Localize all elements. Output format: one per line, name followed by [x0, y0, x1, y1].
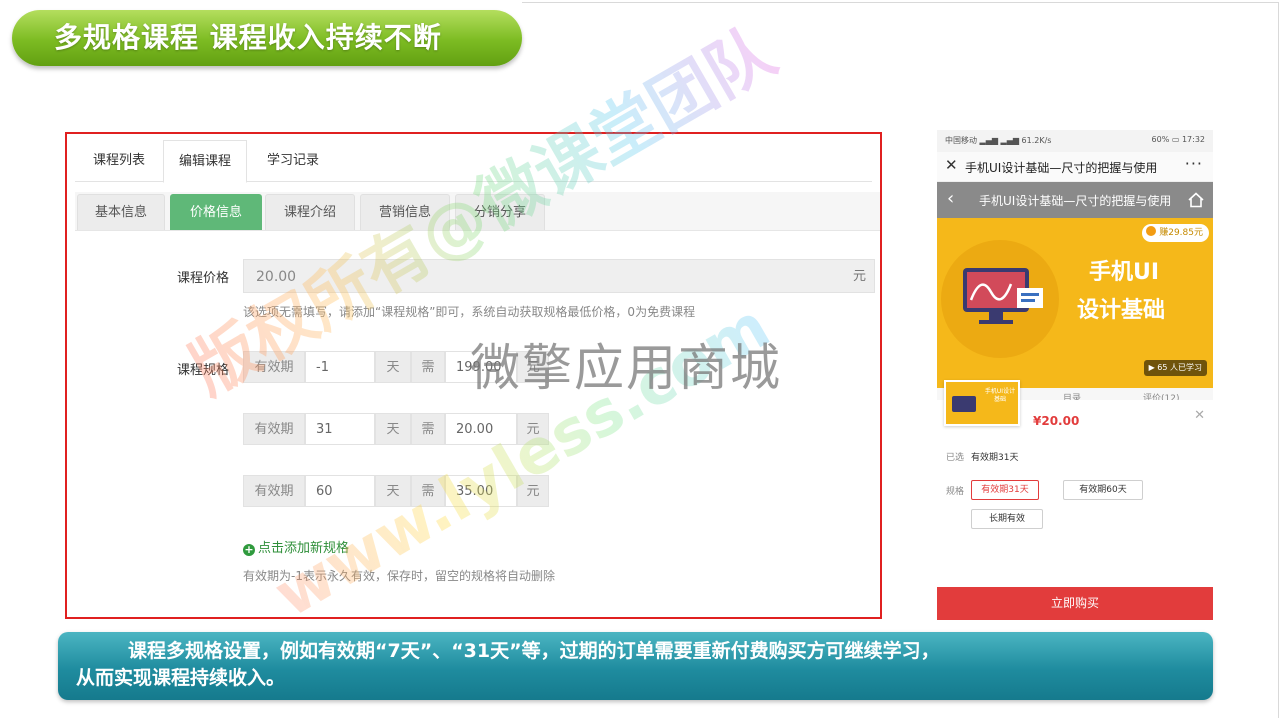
- spec-select-sheet: 手机UI设计基础 ¥20.00 ✕ 已选 有效期31天 规格 有效期31天 有效…: [937, 380, 1213, 586]
- tab-course-list[interactable]: 课程列表: [79, 140, 159, 182]
- close-icon[interactable]: ✕: [1194, 408, 1205, 423]
- page-title: 手机UI设计基础—尺寸的把握与使用: [979, 194, 1172, 208]
- earn-badge-text: 赚29.85元: [1159, 228, 1203, 238]
- thumbnail-text: 手机UI设计基础: [984, 388, 1016, 403]
- spec-row: 有效期 31 天 需 20.00 元: [243, 413, 549, 445]
- learners-badge: ▶ 65 人已学习: [1143, 360, 1207, 376]
- status-bar: 中国移动 ▂▄▆ ▂▄▆ 61.2K/s 60% ▭ 17:32: [937, 130, 1213, 152]
- edit-course-content: 基本信息 价格信息 课程介绍 营销信息 分销分享 课程价格 20.00 元 该选…: [75, 192, 880, 617]
- course-spec-label: 课程规格: [176, 363, 229, 378]
- buy-now-button[interactable]: 立即购买: [937, 587, 1213, 620]
- price-form: 课程价格 20.00 元 该选项无需填写，请添加“课程规格”即可，系统自动获取规…: [75, 230, 880, 617]
- selected-label: 已选: [946, 453, 965, 463]
- spec-label: 规格: [946, 487, 965, 497]
- tab-basic-info[interactable]: 基本信息: [77, 194, 165, 230]
- wechat-title-bar: ✕ 手机UI设计基础—尺寸的把握与使用 ···: [937, 152, 1213, 182]
- close-icon[interactable]: ✕: [945, 156, 958, 174]
- spec-price-input[interactable]: 35.00: [445, 475, 517, 507]
- sub-tabs: 基本信息 价格信息 课程介绍 营销信息 分销分享: [75, 192, 880, 230]
- banner-title-line2: 设计基础: [1077, 298, 1166, 323]
- more-icon[interactable]: ···: [1185, 154, 1203, 173]
- spec-footer-hint: 有效期为-1表示永久有效，保存时，留空的规格将自动删除: [243, 569, 555, 583]
- spec-validity-label: 有效期: [243, 475, 305, 507]
- description-line1: 课程多规格设置，例如有效期“7天”、“31天”等，过期的订单需要重新付费购买方可…: [128, 640, 940, 662]
- course-price-hint: 该选项无需填写，请添加“课程规格”即可，系统自动获取规格最低价格，0为免费课程: [243, 305, 696, 319]
- spec-days-input[interactable]: -1: [305, 351, 375, 383]
- tab-price-info[interactable]: 价格信息: [170, 194, 262, 230]
- page-nav-bar: ‹ 手机UI设计基础—尺寸的把握与使用: [937, 182, 1213, 218]
- spec-need-label: 需: [411, 475, 445, 507]
- coin-icon: [1146, 226, 1157, 236]
- course-thumbnail: 手机UI设计基础: [944, 380, 1020, 426]
- plus-circle-icon: +: [243, 543, 255, 556]
- selected-value: 有效期31天: [971, 453, 1019, 463]
- spec-days-input[interactable]: 60: [305, 475, 375, 507]
- spec-price-input[interactable]: 20.00: [445, 413, 517, 445]
- course-price-unit: 元: [852, 269, 866, 284]
- course-price-input[interactable]: 20.00 元: [243, 259, 875, 293]
- spec-row: 有效期 60 天 需 35.00 元: [243, 475, 549, 507]
- course-price-value: 20.00: [256, 269, 297, 285]
- main-tabs: 课程列表 编辑课程 学习记录: [75, 140, 872, 183]
- spec-day-unit: 天: [375, 351, 411, 383]
- status-left: 中国移动 ▂▄▆ ▂▄▆ 61.2K/s: [945, 136, 1052, 145]
- monitor-icon: [963, 268, 1043, 324]
- tab-marketing-info[interactable]: 营销信息: [360, 194, 450, 230]
- course-banner: 赚29.85元 手机UI 设计基础 ▶ 65 人已学习: [937, 218, 1213, 388]
- spec-need-label: 需: [411, 351, 445, 383]
- add-spec-link[interactable]: + 点击添加新规格: [243, 537, 349, 556]
- thumbnail-monitor: [952, 396, 976, 412]
- tab-catalog[interactable]: 目录: [1063, 391, 1081, 400]
- course-price-label: 课程价格: [176, 271, 229, 286]
- spec-need-label: 需: [411, 413, 445, 445]
- description-line2: 从而实现课程持续收入。: [76, 667, 286, 689]
- spec-price-unit: 元: [517, 351, 549, 383]
- spec-validity-label: 有效期: [243, 351, 305, 383]
- spec-day-unit: 天: [375, 413, 411, 445]
- spec-price-input[interactable]: 199.00: [445, 351, 517, 383]
- add-spec-label: 点击添加新规格: [258, 541, 350, 556]
- banner-title-line1: 手机UI: [1089, 260, 1160, 285]
- back-icon[interactable]: ‹: [947, 188, 954, 209]
- tab-study-records[interactable]: 学习记录: [255, 140, 331, 182]
- earn-badge[interactable]: 赚29.85元: [1142, 224, 1209, 242]
- slide-top-border: [522, 2, 1278, 3]
- admin-edit-panel: 课程列表 编辑课程 学习记录 基本信息 价格信息 课程介绍 营销信息 分销分享 …: [65, 132, 882, 619]
- home-icon[interactable]: [1187, 191, 1205, 209]
- spec-day-unit: 天: [375, 475, 411, 507]
- spec-row: 有效期 -1 天 需 199.00 元: [243, 351, 549, 383]
- status-right: 60% ▭ 17:32: [1151, 135, 1205, 144]
- tab-course-intro[interactable]: 课程介绍: [265, 194, 355, 230]
- spec-chip-31-days[interactable]: 有效期31天: [971, 480, 1039, 500]
- sheet-price: ¥20.00: [1033, 414, 1080, 428]
- spec-chip-60-days[interactable]: 有效期60天: [1063, 480, 1143, 500]
- spec-validity-label: 有效期: [243, 413, 305, 445]
- wechat-title: 手机UI设计基础—尺寸的把握与使用: [965, 161, 1158, 175]
- spec-days-input[interactable]: 31: [305, 413, 375, 445]
- tab-edit-course[interactable]: 编辑课程: [163, 140, 247, 183]
- tab-reviews[interactable]: 评价(12): [1143, 391, 1179, 400]
- slide-title: 多规格课程 课程收入持续不断: [12, 10, 522, 66]
- description-banner: 课程多规格设置，例如有效期“7天”、“31天”等，过期的订单需要重新付费购买方可…: [58, 632, 1213, 700]
- phone-preview: 中国移动 ▂▄▆ ▂▄▆ 61.2K/s 60% ▭ 17:32 ✕ 手机UI设…: [937, 130, 1213, 620]
- slide-right-border: [1278, 2, 1279, 718]
- spec-price-unit: 元: [517, 475, 549, 507]
- spec-price-unit: 元: [517, 413, 549, 445]
- tab-distribution-share[interactable]: 分销分享: [455, 194, 545, 230]
- spec-chip-long-term[interactable]: 长期有效: [971, 509, 1043, 529]
